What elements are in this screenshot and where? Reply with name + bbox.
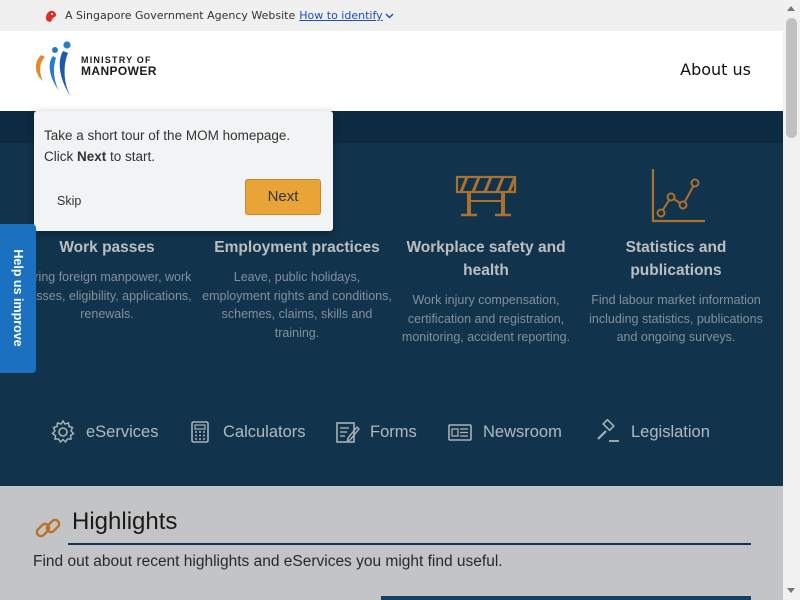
category-desc: Hiring foreign manpower, work passes, el…: [22, 270, 192, 321]
form-icon: [336, 422, 360, 443]
about-us-link[interactable]: About us: [680, 60, 751, 79]
newspaper-icon: [448, 424, 472, 441]
quick-link-label: Newsroom: [483, 422, 562, 441]
highlight-card-edge: [381, 596, 751, 600]
highlights-section: Highlights Find out about recent highlig…: [0, 486, 783, 600]
category-title: Work passes: [59, 239, 155, 256]
barricade-icon: [455, 175, 517, 217]
link-chain-icon: [35, 518, 61, 538]
tour-line1: Take a short tour of the MOM homepage.: [44, 128, 291, 143]
quick-link-label: eServices: [86, 422, 159, 441]
category-title: Statistics and publications: [625, 239, 727, 279]
highlights-title: Highlights: [72, 508, 178, 535]
how-to-identify-link[interactable]: How to identify: [299, 9, 394, 22]
tour-line2-pre: Click: [44, 149, 77, 164]
category-desc: Work injury compensation, certification …: [401, 293, 571, 344]
quick-link-label: Calculators: [223, 422, 306, 441]
quick-link-calculators[interactable]: Calculators: [187, 419, 306, 445]
logo-text: MINISTRY OF MANPOWER: [81, 55, 157, 79]
tour-line2-bold: Next: [77, 149, 107, 164]
quick-link-label: Legislation: [631, 422, 710, 441]
tour-message: Take a short tour of the MOM homepage. C…: [44, 125, 290, 167]
mom-logo-mark-icon: [35, 41, 71, 97]
tour-next-button[interactable]: Next: [245, 179, 321, 215]
how-to-identify-label: How to identify: [299, 9, 383, 22]
tour-popup: Take a short tour of the MOM homepage. C…: [34, 111, 333, 231]
quick-link-eservices[interactable]: eServices: [50, 419, 158, 445]
scroll-up-arrow-icon[interactable]: [787, 6, 795, 11]
gov-banner-text: A Singapore Government Agency Website: [65, 9, 296, 22]
chevron-down-icon: [385, 13, 394, 18]
category-title: Workplace safety and health: [406, 239, 566, 279]
line-chart-icon: [651, 169, 705, 223]
quick-link-label: Forms: [370, 422, 417, 441]
category-title: Employment practices: [214, 239, 380, 256]
quick-link-forms[interactable]: Forms: [334, 419, 417, 445]
highlights-description: Find out about recent highlights and eSe…: [33, 553, 503, 570]
feedback-tab[interactable]: Help us improve: [0, 224, 36, 373]
gavel-icon: [597, 419, 619, 442]
scrollbar-thumb[interactable]: [786, 18, 797, 138]
quick-link-newsroom[interactable]: Newsroom: [447, 419, 562, 445]
highlights-divider: [68, 543, 751, 545]
feedback-tab-label: Help us improve: [11, 249, 25, 347]
category-desc: Find labour market information including…: [589, 293, 763, 344]
gear-icon: [51, 419, 75, 444]
site-header: MINISTRY OF MANPOWER About us: [0, 31, 783, 111]
gov-banner: A Singapore Government Agency Website Ho…: [0, 0, 783, 31]
category-workplace-safety[interactable]: Workplace safety and health Work injury …: [391, 111, 581, 347]
lion-head-icon: [46, 10, 56, 22]
tour-skip-button[interactable]: Skip: [57, 194, 81, 208]
calculator-icon: [191, 421, 209, 443]
page-scrollbar[interactable]: [783, 0, 800, 600]
scroll-down-arrow-icon[interactable]: [787, 588, 795, 593]
category-statistics[interactable]: Statistics and publications Find labour …: [581, 111, 771, 347]
quick-link-legislation[interactable]: Legislation: [595, 419, 710, 445]
category-desc: Leave, public holidays, employment right…: [202, 270, 392, 340]
tour-line2-post: to start.: [106, 149, 156, 164]
logo-line2: MANPOWER: [81, 64, 157, 79]
mom-logo[interactable]: MINISTRY OF MANPOWER: [33, 41, 163, 103]
